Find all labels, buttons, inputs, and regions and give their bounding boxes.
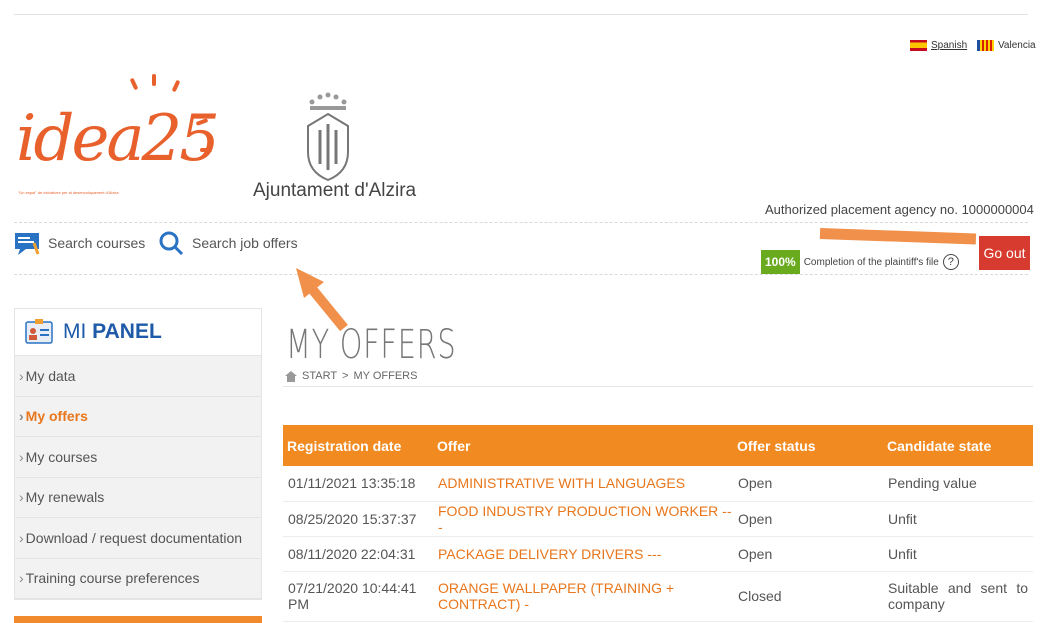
breadcrumb-current: MY OFFERS	[353, 370, 418, 382]
top-divider	[14, 14, 1028, 15]
registration-date: 08/11/2020 22:04:31	[283, 536, 433, 572]
spain-flag-icon	[910, 40, 927, 51]
search-job-offers-label: Search job offers	[192, 235, 298, 251]
language-spanish[interactable]: Spanish	[910, 40, 967, 51]
offer-link[interactable]: ADMINISTRATIVE WITH LANGUAGES	[433, 466, 733, 502]
offer-link[interactable]: FOOD INDUSTRY PRODUCTION WORKER ---	[433, 501, 733, 537]
language-valencia[interactable]: Valencia	[977, 40, 1036, 51]
header-offer-status: Offer status	[733, 425, 883, 466]
panel-title-main: PANEL	[92, 320, 162, 343]
sidebar-item-label: My data	[25, 367, 76, 384]
header-candidate-state: Candidate state	[883, 425, 1033, 466]
id-card-icon	[25, 319, 53, 344]
sidebar-item-my-courses[interactable]: › My courses	[15, 437, 261, 478]
panel-title: MI PANEL	[63, 320, 162, 344]
alzira-shield-icon	[307, 92, 349, 182]
chevron-right-icon: ›	[19, 489, 24, 506]
table-row: 01/11/2021 13:35:18 ADMINISTRATIVE WITH …	[283, 466, 1033, 502]
sidebar-item-my-offers[interactable]: › My offers	[15, 396, 261, 437]
header-divider	[14, 222, 1028, 223]
registration-date: 07/21/2020 10:44:41 PM	[283, 571, 433, 622]
sidebar-item-my-data[interactable]: › My data	[15, 356, 261, 397]
table-row: 07/21/2020 10:44:41 PM ORANGE WALLPAPER …	[283, 571, 1033, 622]
chevron-right-icon: ›	[19, 570, 24, 587]
candidate-state: Unfit	[883, 536, 1033, 572]
candidate-state: Pending value	[883, 466, 1033, 502]
chevron-right-icon: ›	[19, 408, 24, 425]
search-icon	[159, 231, 184, 256]
chevron-right-icon: ›	[19, 529, 24, 546]
city-council-name: Ajuntament d'Alzira	[253, 180, 417, 201]
sidebar-orange-banner[interactable]	[14, 616, 262, 623]
sidebar-item-label: My offers	[25, 408, 88, 425]
table-row: 08/25/2020 15:37:37 FOOD INDUSTRY PRODUC…	[283, 501, 1033, 537]
registration-date: 08/25/2020 15:37:37	[283, 501, 433, 537]
sidebar-item-training-preferences[interactable]: › Training course preferences	[15, 558, 261, 599]
completion-label: Completion of the plaintiff's file	[803, 256, 939, 268]
registration-date: 01/11/2021 13:35:18	[283, 466, 433, 502]
breadcrumb-separator: >	[342, 370, 349, 382]
search-courses-label: Search courses	[48, 235, 146, 251]
logo-tagline: "Un espai" de iniciatives per al desenvo…	[18, 190, 119, 195]
panel-title-prefix: MI	[63, 320, 87, 343]
offers-table: Registration date Offer Offer status Can…	[283, 425, 1033, 622]
offer-status: Open	[733, 536, 883, 572]
table-row: 08/11/2020 22:04:31 PACKAGE DELIVERY DRI…	[283, 536, 1033, 572]
sidebar-item-documentation[interactable]: › Download / request documentation	[15, 518, 261, 559]
language-valencia-link[interactable]: Valencia	[998, 40, 1036, 51]
offer-link[interactable]: PACKAGE DELIVERY DRIVERS ---	[433, 536, 733, 572]
title-divider	[283, 386, 1033, 387]
go-out-button[interactable]: Go out	[979, 236, 1030, 270]
sidebar-item-label: Download / request documentation	[25, 529, 243, 546]
page-title: MY OFFERS	[286, 322, 457, 368]
sidebar-item-label: My renewals	[25, 489, 105, 506]
nav-divider	[14, 274, 1028, 275]
home-icon	[285, 370, 297, 382]
search-job-offers-link[interactable]: Search job offers	[158, 230, 298, 256]
chevron-right-icon: ›	[19, 448, 24, 465]
help-icon[interactable]: ?	[942, 254, 959, 270]
offer-status: Open	[733, 466, 883, 502]
panel-header: MI PANEL	[15, 309, 261, 356]
sidebar-panel: MI PANEL › My data › My offers › My courses…	[14, 308, 262, 600]
search-courses-link[interactable]: Search courses	[14, 230, 145, 256]
candidate-state: Suitable and sent to company	[883, 571, 1033, 622]
breadcrumb-start[interactable]: START	[302, 370, 337, 382]
offer-status: Open	[733, 501, 883, 537]
annotation-bar	[819, 228, 977, 245]
offer-status: Closed	[733, 571, 883, 622]
idea25-logo[interactable]: idea25 "Un espai" de iniciatives per al …	[14, 72, 224, 202]
language-spanish-link[interactable]: Spanish	[931, 40, 967, 51]
courses-icon	[15, 233, 40, 255]
completion-indicator: 100% Completion of the plaintiff's file …	[761, 250, 959, 274]
placement-agency-text: Authorized placement agency no. 10000000…	[765, 202, 1034, 217]
completion-percent: 100%	[761, 250, 800, 274]
header-offer: Offer	[433, 425, 733, 466]
header-registration-date: Registration date	[283, 425, 433, 466]
chevron-right-icon: ›	[19, 367, 24, 384]
offer-link[interactable]: ORANGE WALLPAPER (TRAINING + CONTRACT) -	[433, 571, 733, 622]
table-header-row: Registration date Offer Offer status Can…	[283, 425, 1033, 466]
logo-wordmark: idea25	[16, 102, 220, 176]
sidebar-item-label: Training course preferences	[25, 570, 200, 587]
valencia-flag-icon	[977, 40, 994, 51]
candidate-state: Unfit	[883, 501, 1033, 537]
breadcrumb: START > MY OFFERS	[285, 370, 417, 382]
sidebar-item-label: My courses	[25, 448, 98, 465]
sidebar-item-my-renewals[interactable]: › My renewals	[15, 477, 261, 518]
